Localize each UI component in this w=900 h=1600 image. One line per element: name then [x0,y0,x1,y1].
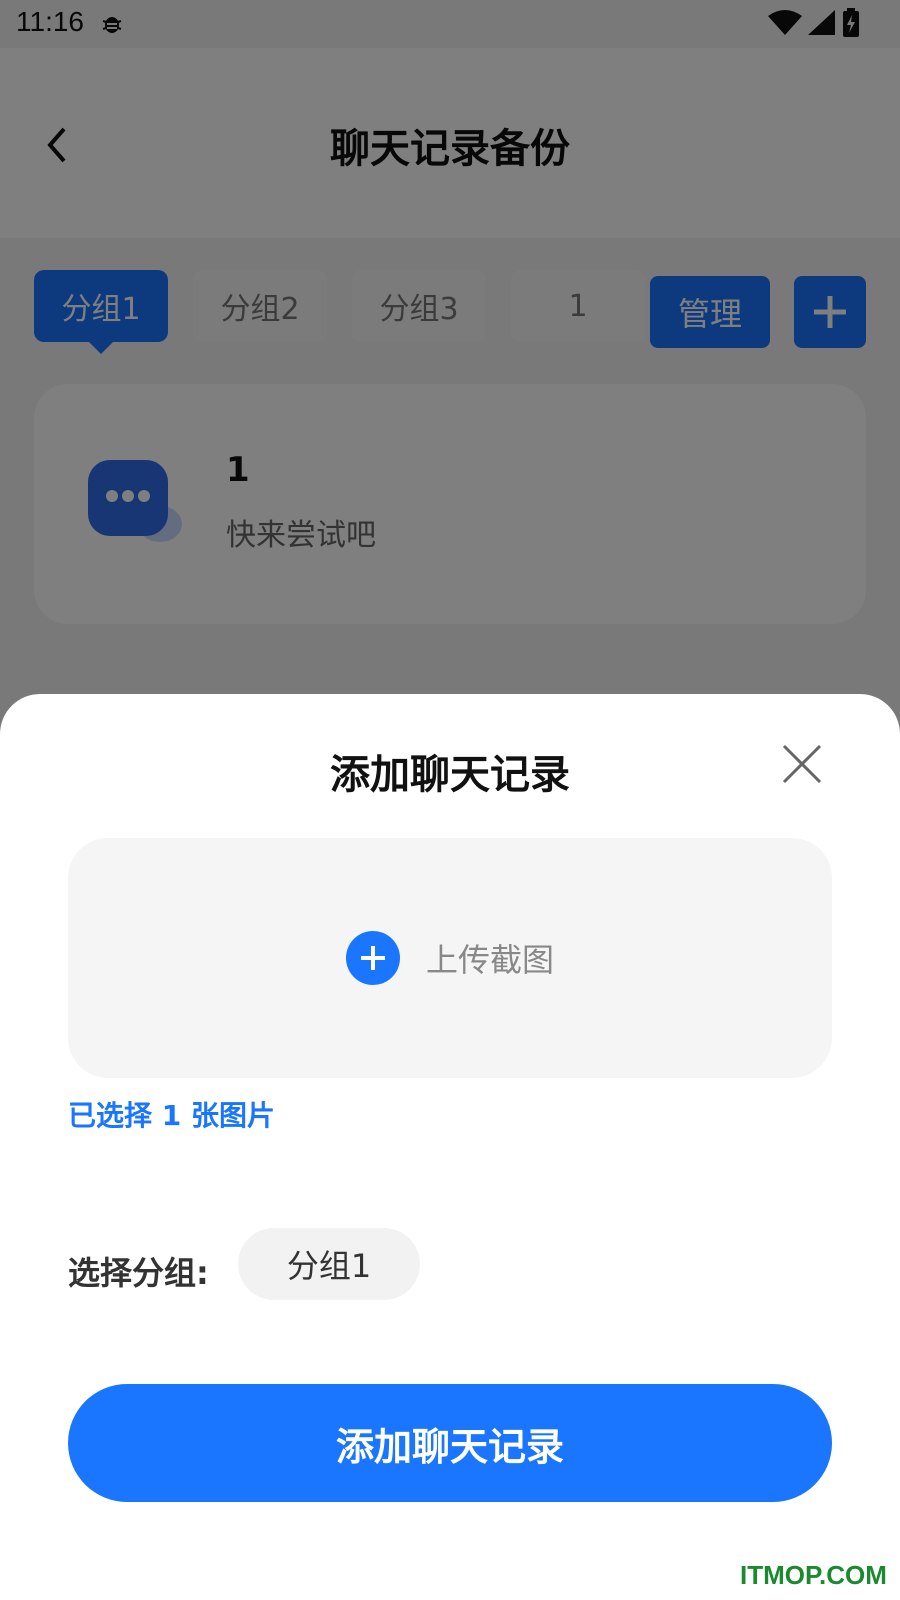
group-select-label: 选择分组: [68,1254,209,1292]
close-icon[interactable] [780,742,824,786]
upload-plus-icon [345,931,400,985]
sheet-title: 添加聊天记录 [330,752,570,798]
upload-screenshot-area[interactable]: 上传截图 [68,838,832,1078]
selected-count-text: 已选择 1 张图片 [68,1099,275,1132]
group-select-chip[interactable]: 分组1 [238,1228,420,1300]
site-watermark: ITMOP.COM [740,1560,887,1590]
upload-label: 上传截图 [425,941,554,979]
add-record-sheet: 添加聊天记录 上传截图 已选择 1 张图片 选择分组: 分组1 添加聊天记录 [0,694,900,1600]
add-record-button[interactable]: 添加聊天记录 [68,1384,832,1502]
